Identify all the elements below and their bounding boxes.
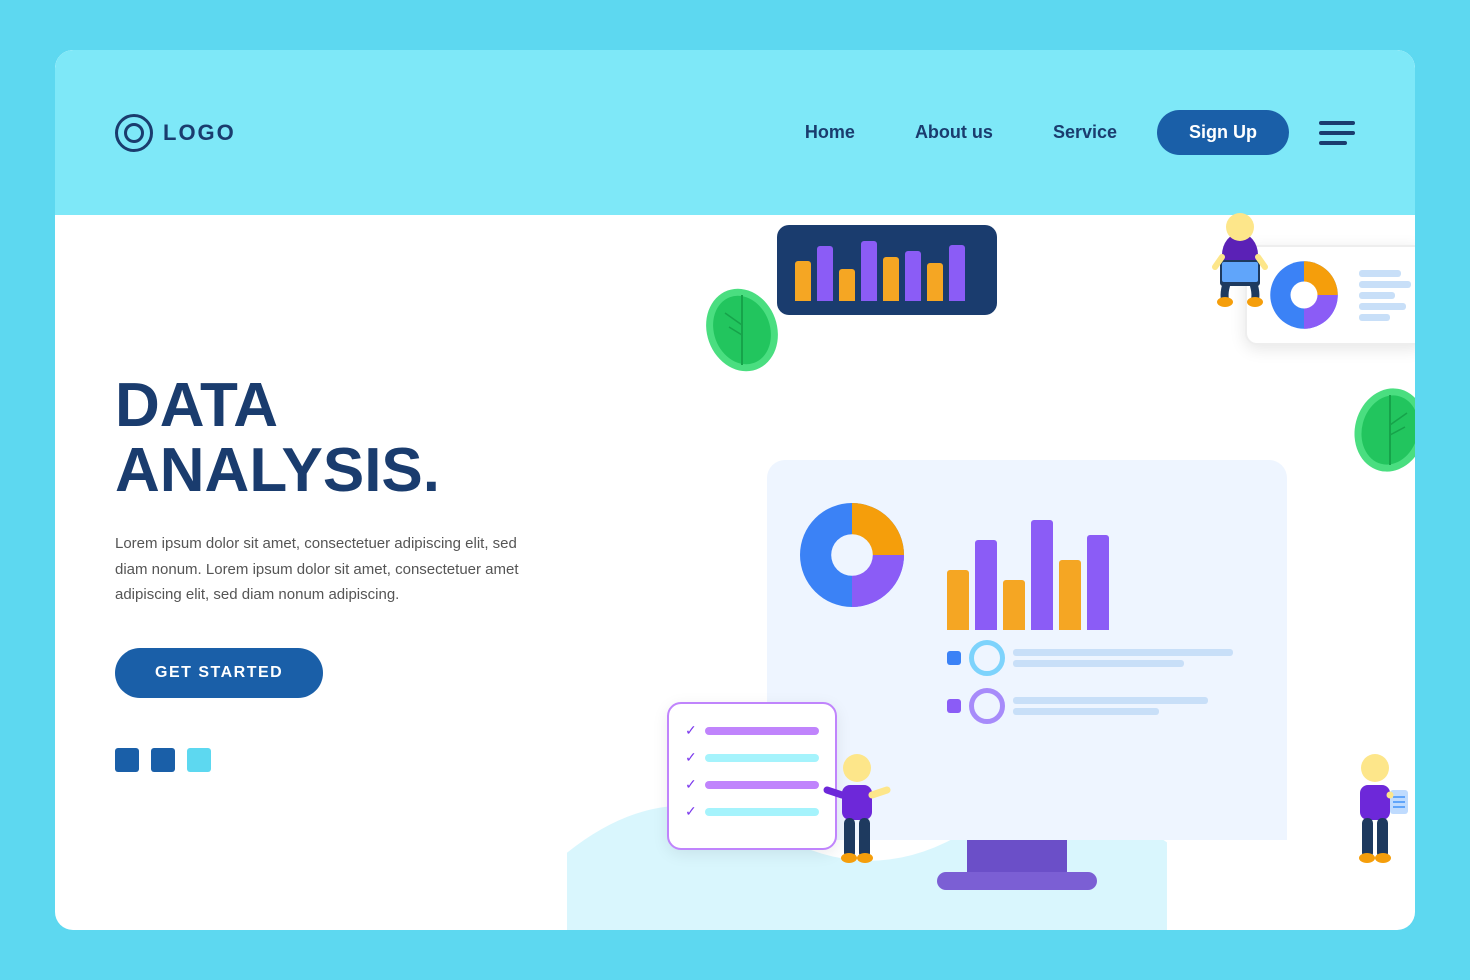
float-bar-chart bbox=[777, 225, 997, 315]
leaf-left bbox=[697, 275, 787, 380]
nav-service[interactable]: Service bbox=[1053, 122, 1117, 143]
hero-left: DATA ANALYSIS. Lorem ipsum dolor sit ame… bbox=[55, 215, 667, 930]
dot-2 bbox=[151, 748, 175, 772]
bar-5 bbox=[883, 257, 899, 301]
info-lines-2 bbox=[1013, 697, 1257, 715]
bar-2 bbox=[817, 246, 833, 301]
bar-3 bbox=[839, 269, 855, 301]
dots-row bbox=[115, 748, 607, 772]
bar-6 bbox=[905, 251, 921, 301]
s-bar-6 bbox=[1087, 535, 1109, 630]
checkmark-4: ✓ bbox=[685, 803, 697, 820]
hamburger-line-2 bbox=[1319, 131, 1355, 135]
info-lines-1 bbox=[1013, 649, 1257, 667]
logo-text: LOGO bbox=[163, 120, 236, 146]
s-bar-2 bbox=[975, 540, 997, 630]
check-line-4 bbox=[705, 808, 819, 816]
check-line-1 bbox=[705, 727, 819, 735]
hamburger-line-3 bbox=[1319, 141, 1347, 145]
monitor-foot bbox=[937, 872, 1097, 890]
info-row-2 bbox=[947, 688, 1257, 724]
checklist-card: ✓ ✓ ✓ ✓ bbox=[667, 702, 837, 850]
dot-3 bbox=[187, 748, 211, 772]
bar-4 bbox=[861, 241, 877, 301]
get-started-button[interactable]: GET STARTED bbox=[115, 648, 323, 698]
nav-about[interactable]: About us bbox=[915, 122, 993, 143]
check-line-3 bbox=[705, 781, 819, 789]
hero-title-line2: ANALYSIS. bbox=[115, 438, 607, 503]
logo-area: LOGO bbox=[115, 114, 236, 152]
bar-7 bbox=[927, 263, 943, 301]
checkmark-2: ✓ bbox=[685, 749, 697, 766]
info-sq-2 bbox=[947, 699, 961, 713]
hero-title: DATA ANALYSIS. bbox=[115, 373, 607, 503]
signup-button[interactable]: Sign Up bbox=[1157, 110, 1289, 155]
check-item-4: ✓ bbox=[685, 803, 819, 820]
info-row-1 bbox=[947, 640, 1257, 676]
navbar: LOGO Home About us Service Sign Up bbox=[55, 50, 1415, 215]
pie-card-lines bbox=[1359, 270, 1411, 321]
hero-description: Lorem ipsum dolor sit amet, consectetuer… bbox=[115, 531, 535, 608]
check-item-1: ✓ bbox=[685, 722, 819, 739]
s-bar-5 bbox=[1059, 560, 1081, 630]
bar-8 bbox=[949, 245, 965, 301]
nav-links: Home About us Service bbox=[805, 122, 1117, 143]
ring-2 bbox=[969, 688, 1005, 724]
ring-1 bbox=[969, 640, 1005, 676]
hamburger-line-1 bbox=[1319, 121, 1355, 125]
hamburger-menu[interactable] bbox=[1319, 121, 1355, 145]
page-content: LOGO Home About us Service Sign Up DATA … bbox=[55, 50, 1415, 930]
leaf-right bbox=[1345, 375, 1415, 480]
nav-home[interactable]: Home bbox=[805, 122, 855, 143]
check-item-3: ✓ bbox=[685, 776, 819, 793]
logo-circle-inner bbox=[124, 123, 144, 143]
bar-1 bbox=[795, 261, 811, 301]
main-card: LOGO Home About us Service Sign Up DATA … bbox=[55, 50, 1415, 930]
screen-bar-section bbox=[937, 480, 1267, 820]
info-panel-right bbox=[937, 640, 1267, 734]
screen-bars bbox=[937, 480, 1267, 640]
person-sitting bbox=[1195, 205, 1285, 330]
s-bar-3 bbox=[1003, 580, 1025, 630]
check-item-2: ✓ bbox=[685, 749, 819, 766]
logo-icon bbox=[115, 114, 153, 152]
screen-pie-chart bbox=[787, 490, 917, 620]
hero-section: DATA ANALYSIS. Lorem ipsum dolor sit ame… bbox=[55, 215, 1415, 930]
s-bar-4 bbox=[1031, 520, 1053, 630]
dot-1 bbox=[115, 748, 139, 772]
checkmark-3: ✓ bbox=[685, 776, 697, 793]
hero-title-line1: DATA bbox=[115, 373, 607, 438]
s-bar-1 bbox=[947, 570, 969, 630]
checkmark-1: ✓ bbox=[685, 722, 697, 739]
info-sq-1 bbox=[947, 651, 961, 665]
person-standing-right bbox=[1340, 740, 1410, 875]
hero-right: ✓ ✓ ✓ ✓ bbox=[667, 215, 1415, 930]
person-standing-left bbox=[822, 740, 892, 875]
check-line-2 bbox=[705, 754, 819, 762]
